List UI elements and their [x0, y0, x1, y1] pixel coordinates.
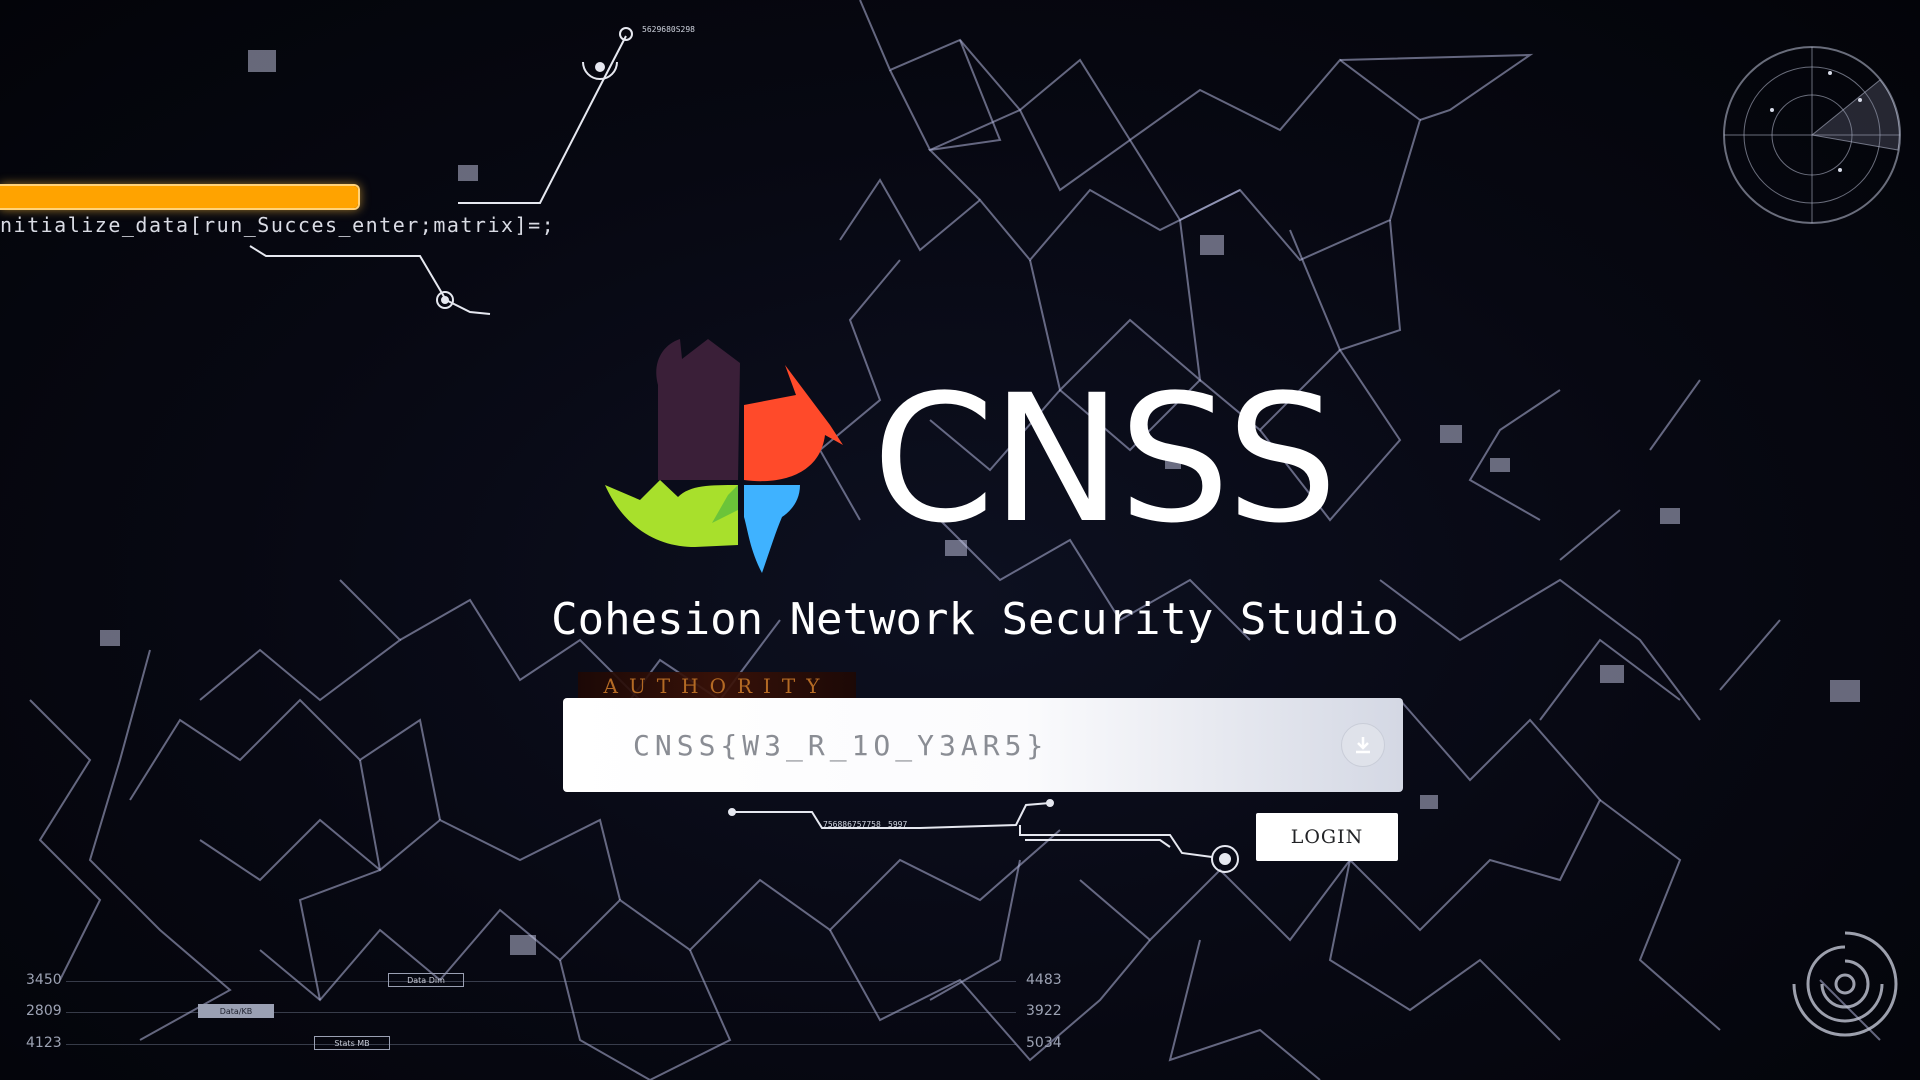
- spiral-icon: [1792, 931, 1898, 1037]
- authority-key-input[interactable]: [633, 724, 1233, 766]
- circuit-code-2: 5997: [888, 820, 908, 829]
- stat-row: 2809 Data/KB 3922: [0, 1003, 1080, 1025]
- hud-circuit-login: [728, 799, 1239, 873]
- stat-row: 4123 Stats MB 5034: [0, 1035, 1080, 1057]
- studio-subtitle: Cohesion Network Security Studio: [551, 594, 1399, 645]
- hud-circuit-top: [249, 27, 633, 315]
- stats-panel: 3450 Data Dim 4483 2809 Data/KB 3922 412…: [0, 968, 1080, 1058]
- stat-chip: Stats MB: [314, 1036, 390, 1050]
- circuit-code-1: 756886757758: [823, 820, 881, 829]
- authority-label: AUTHORITY: [578, 672, 856, 700]
- stat-chip: Data Dim: [388, 973, 464, 987]
- logo-wordmark: CNSS: [872, 357, 1338, 562]
- stat-right-value: 5034: [1026, 1035, 1062, 1051]
- login-button[interactable]: LOGIN: [1256, 813, 1398, 861]
- loading-progress-bar: [0, 184, 360, 210]
- stat-right-value: 4483: [1026, 972, 1062, 988]
- hud-node-code: 5629680S298: [642, 25, 695, 34]
- stat-left-value: 4123: [26, 1035, 62, 1051]
- download-button[interactable]: [1341, 723, 1385, 767]
- stat-left-value: 3450: [26, 972, 62, 988]
- hud-code-line: nitialize_data[run_Succes_enter;matrix]=…: [0, 213, 556, 237]
- stat-chip: Data/KB: [198, 1004, 274, 1018]
- stat-row: 3450 Data Dim 4483: [0, 972, 1080, 994]
- radar-icon: [1723, 46, 1901, 224]
- stat-divider: [66, 981, 1016, 982]
- authority-key-field[interactable]: [563, 698, 1403, 792]
- download-icon: [1356, 737, 1370, 754]
- cnss-logo-mark: [605, 339, 843, 573]
- stat-right-value: 3922: [1026, 1003, 1062, 1019]
- loading-progress-fill: [0, 186, 358, 208]
- stat-left-value: 2809: [26, 1003, 62, 1019]
- login-screen: 5629680S298 nitialize_data[run_Succes_en…: [0, 0, 1920, 1080]
- stat-divider: [66, 1044, 1016, 1045]
